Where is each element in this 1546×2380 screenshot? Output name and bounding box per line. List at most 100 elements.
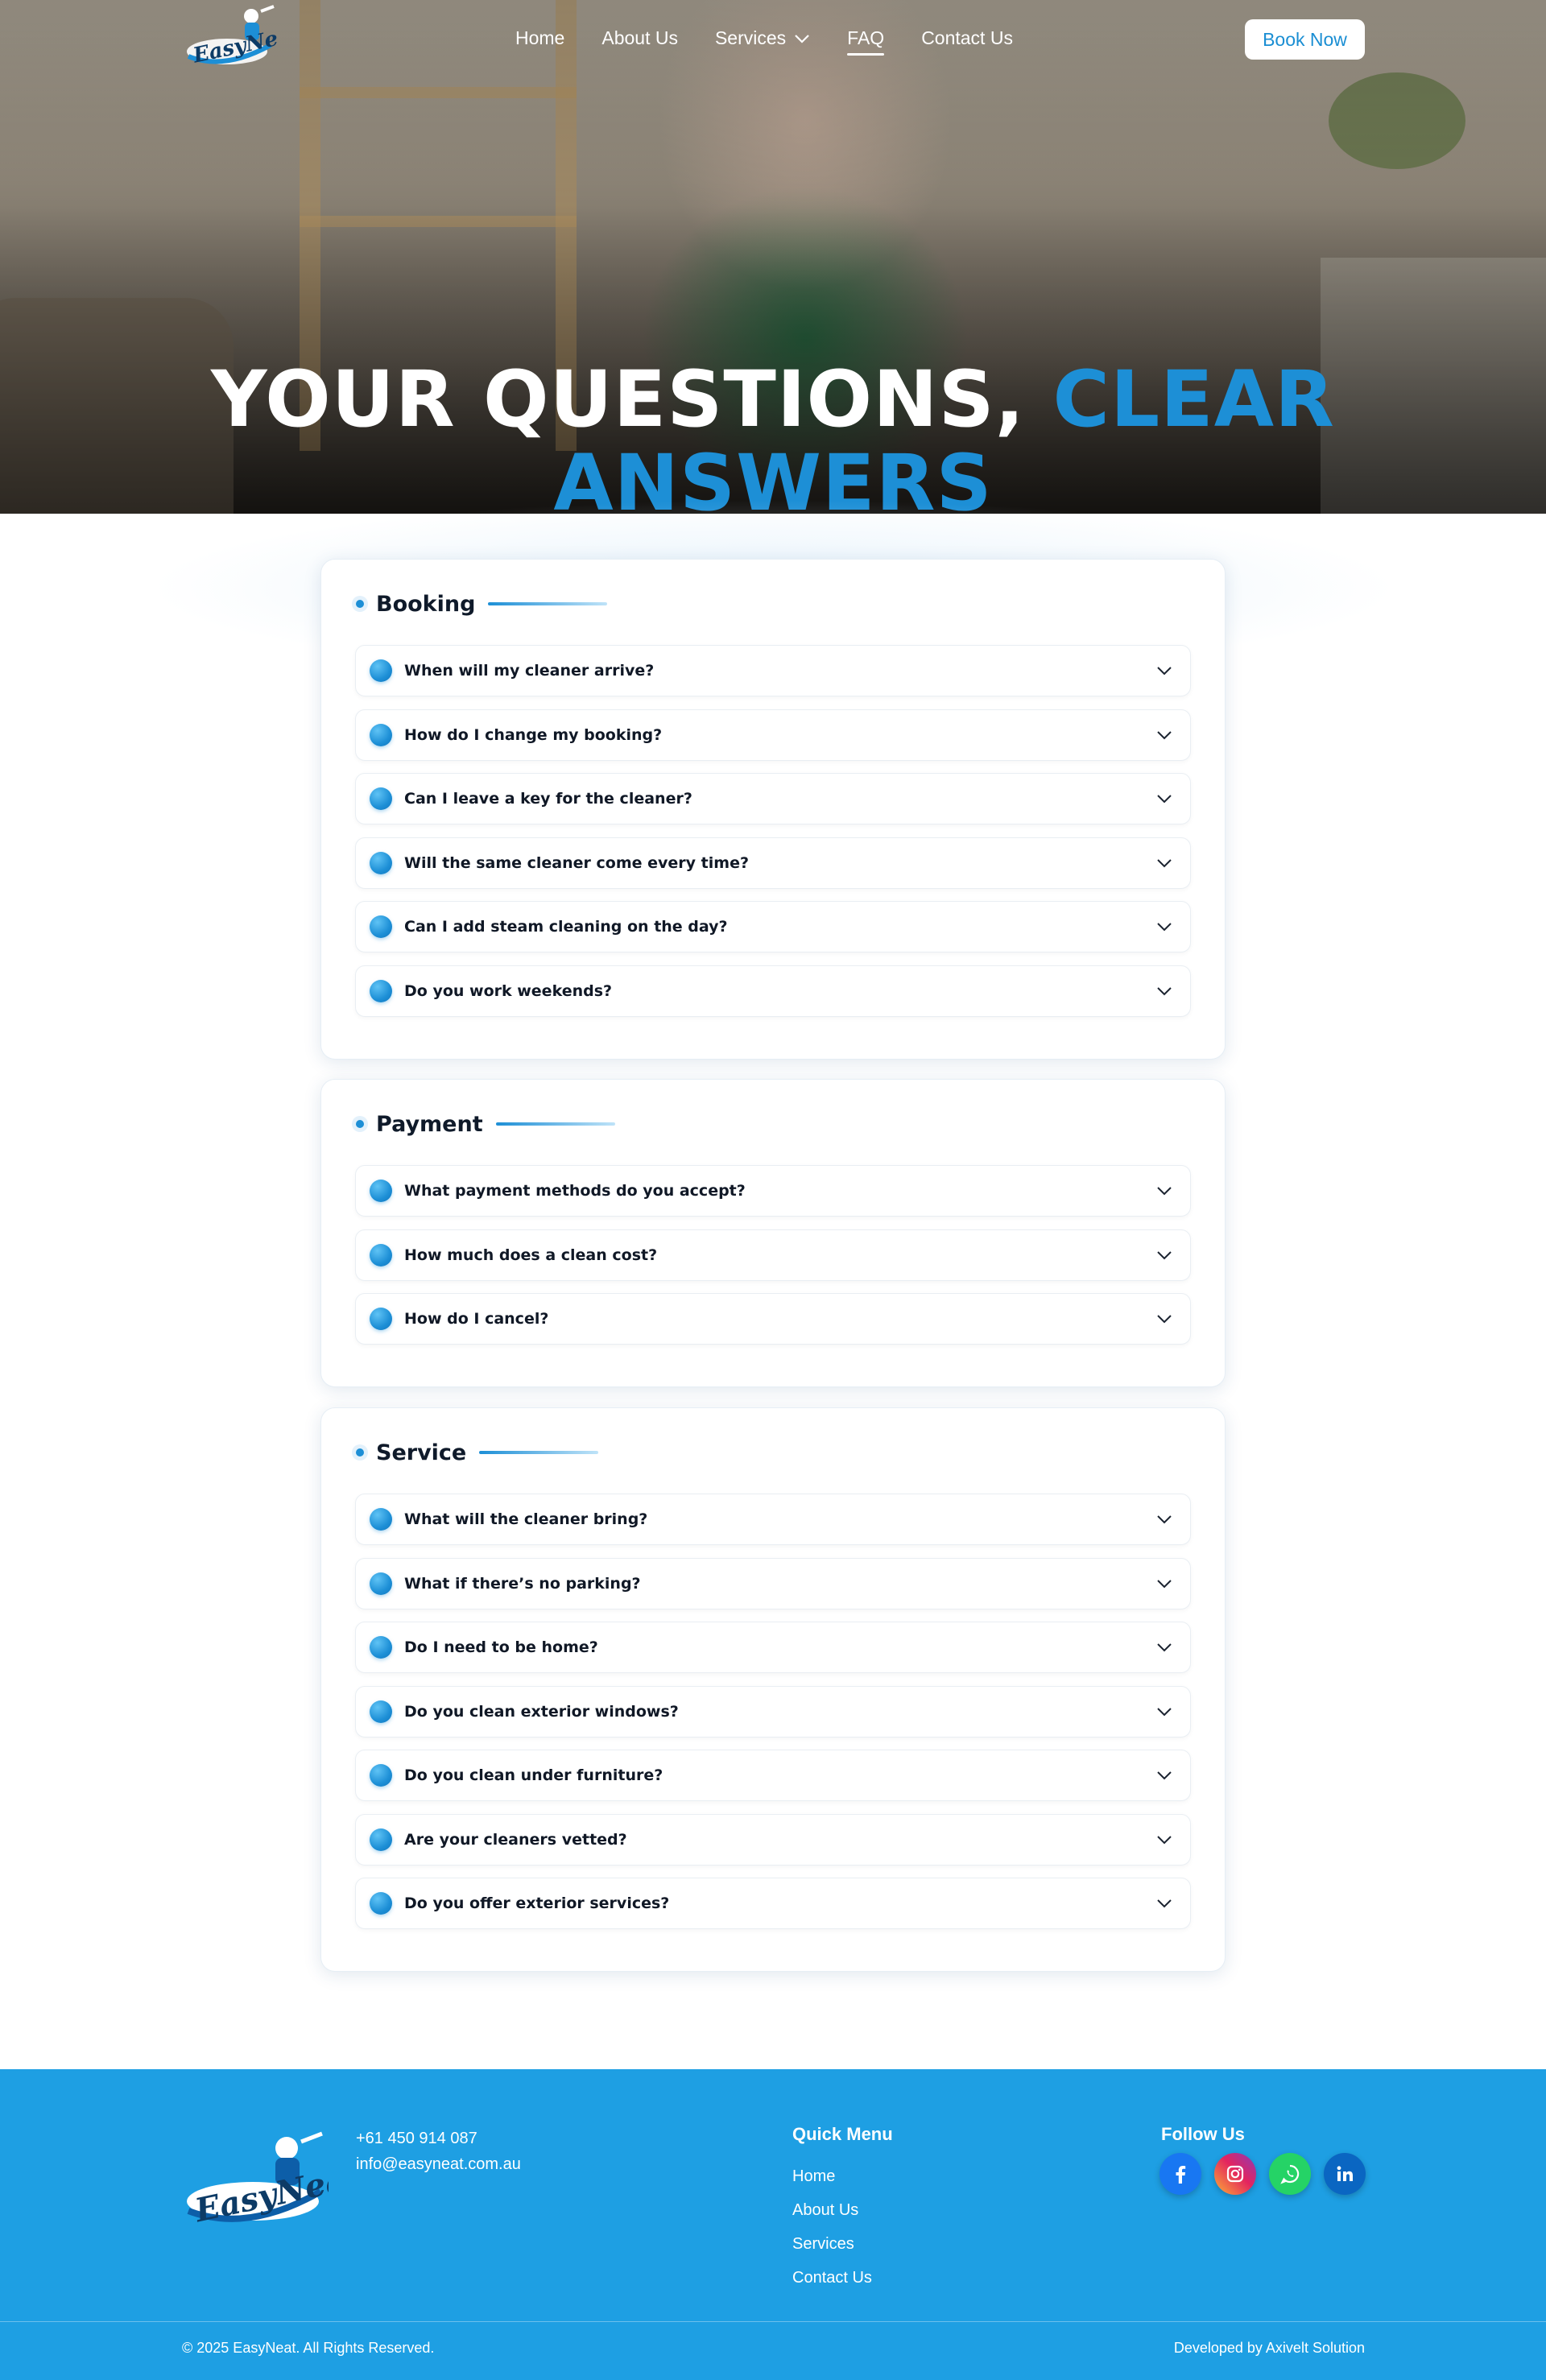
question-bullet-icon xyxy=(370,852,392,874)
faq-question-item[interactable]: Do you offer exterior services? xyxy=(355,1878,1191,1929)
chevron-down-icon xyxy=(1157,731,1172,740)
question-bullet-icon xyxy=(370,1700,392,1723)
faq-question-text: When will my cleaner arrive? xyxy=(404,662,655,680)
chevron-down-icon xyxy=(1157,1315,1172,1324)
faq-section-header: Service xyxy=(352,1439,599,1466)
nav-home[interactable]: Home xyxy=(515,27,564,49)
facebook-icon xyxy=(1176,2166,1186,2184)
faq-question-text: How much does a clean cost? xyxy=(404,1246,658,1264)
easyneat-logo[interactable]: EasyNeat xyxy=(184,3,279,72)
faq-section-title: Service xyxy=(376,1440,467,1465)
faq-question-item[interactable]: How much does a clean cost? xyxy=(355,1229,1191,1281)
book-now-button[interactable]: Book Now xyxy=(1245,19,1365,60)
chevron-down-icon xyxy=(1157,1899,1172,1908)
question-bullet-icon xyxy=(370,787,392,810)
whatsapp-link[interactable] xyxy=(1269,2153,1311,2195)
faq-question-text: What payment methods do you accept? xyxy=(404,1182,746,1200)
instagram-link[interactable] xyxy=(1214,2153,1256,2195)
section-dot-icon xyxy=(352,1116,368,1132)
faq-question-text: How do I cancel? xyxy=(404,1310,549,1328)
footer-logo[interactable]: EasyNeat xyxy=(184,2127,329,2233)
nav-contact[interactable]: Contact Us xyxy=(921,27,1013,49)
footer-link-about[interactable]: About Us xyxy=(792,2193,872,2227)
faq-card-service: Service What will the cleaner bring? What … xyxy=(320,1407,1226,1972)
faq-card-payment: Payment What payment methods do you accep… xyxy=(320,1079,1226,1387)
question-bullet-icon xyxy=(370,1764,392,1787)
nav-faq[interactable]: FAQ xyxy=(847,27,885,56)
question-bullet-icon xyxy=(370,1508,392,1531)
faq-question-item[interactable]: Can I add steam cleaning on the day? xyxy=(355,901,1191,952)
section-underline xyxy=(479,1451,599,1454)
question-bullet-icon xyxy=(370,1892,392,1915)
hero-title-blue-1: CLEAR xyxy=(1052,354,1335,445)
whatsapp-icon xyxy=(1280,2164,1300,2184)
question-bullet-icon xyxy=(370,1180,392,1202)
faq-card-booking: Booking When will my cleaner arrive? How d… xyxy=(320,559,1226,1060)
footer-divider xyxy=(0,2321,1546,2322)
faq-question-item[interactable]: Do you clean under furniture? xyxy=(355,1750,1191,1801)
footer-link-home[interactable]: Home xyxy=(792,2159,872,2193)
chevron-down-icon xyxy=(1157,1515,1172,1524)
nav-contact-label: Contact Us xyxy=(921,27,1013,48)
faq-question-item[interactable]: Do you clean exterior windows? xyxy=(355,1686,1191,1737)
faq-question-item[interactable]: When will my cleaner arrive? xyxy=(355,645,1191,696)
chevron-down-icon xyxy=(1157,1187,1172,1196)
instagram-icon xyxy=(1226,2165,1244,2183)
faq-question-item[interactable]: How do I cancel? xyxy=(355,1293,1191,1345)
footer-phone[interactable]: +61 450 914 087 xyxy=(356,2126,521,2151)
follow-us-title: Follow Us xyxy=(1161,2124,1245,2144)
faq-section-header: Booking xyxy=(352,590,608,618)
top-navigation: EasyNeat Home About Us Services FAQ Cont… xyxy=(0,0,1546,81)
question-bullet-icon xyxy=(370,915,392,938)
nav-about-label: About Us xyxy=(601,27,678,48)
facebook-link[interactable] xyxy=(1160,2153,1201,2195)
faq-question-text: Do you clean under furniture? xyxy=(404,1766,663,1784)
question-bullet-icon xyxy=(370,659,392,682)
section-dot-icon xyxy=(352,596,368,612)
faq-question-text: Can I leave a key for the cleaner? xyxy=(404,790,692,808)
question-bullet-icon xyxy=(370,724,392,746)
chevron-down-icon xyxy=(1157,923,1172,932)
faq-section-title: Payment xyxy=(376,1111,483,1137)
faq-question-item[interactable]: Do you work weekends? xyxy=(355,965,1191,1017)
faq-question-item[interactable]: What will the cleaner bring? xyxy=(355,1494,1191,1545)
nav-services[interactable]: Services xyxy=(715,27,810,49)
faq-question-item[interactable]: Are your cleaners vetted? xyxy=(355,1814,1191,1866)
chevron-down-icon xyxy=(1157,1251,1172,1260)
faq-question-text: What if there’s no parking? xyxy=(404,1575,641,1593)
section-dot-icon xyxy=(352,1444,368,1461)
faq-question-text: Are your cleaners vetted? xyxy=(404,1831,627,1849)
faq-question-item[interactable]: Will the same cleaner come every time? xyxy=(355,837,1191,889)
faq-question-item[interactable]: Can I leave a key for the cleaner? xyxy=(355,773,1191,824)
question-bullet-icon xyxy=(370,1244,392,1266)
footer-email[interactable]: info@easyneat.com.au xyxy=(356,2151,521,2177)
question-bullet-icon xyxy=(370,1828,392,1851)
faq-question-text: How do I change my booking? xyxy=(404,726,663,744)
nav-links: Home About Us Services FAQ Contact Us xyxy=(515,27,1050,56)
chevron-down-icon xyxy=(1157,795,1172,804)
chevron-down-icon xyxy=(1157,987,1172,996)
linkedin-link[interactable] xyxy=(1324,2153,1366,2195)
chevron-down-icon xyxy=(1157,1771,1172,1780)
quick-menu: Home About Us Services Contact Us xyxy=(792,2159,872,2295)
hero-title: YOUR QUESTIONS, CLEAR ANSWERS xyxy=(0,357,1546,514)
chevron-down-icon xyxy=(1157,667,1172,676)
faq-question-item[interactable]: How do I change my booking? xyxy=(355,709,1191,761)
question-bullet-icon xyxy=(370,980,392,1002)
footer-link-contact[interactable]: Contact Us xyxy=(792,2261,872,2295)
faq-question-item[interactable]: What payment methods do you accept? xyxy=(355,1165,1191,1217)
hero-title-white: YOUR QUESTIONS, xyxy=(211,354,1026,445)
quick-menu-title: Quick Menu xyxy=(792,2124,893,2144)
footer-link-services[interactable]: Services xyxy=(792,2227,872,2261)
footer-contact: +61 450 914 087 info@easyneat.com.au xyxy=(356,2126,521,2177)
chevron-down-icon xyxy=(1157,1643,1172,1652)
faq-question-item[interactable]: Do I need to be home? xyxy=(355,1622,1191,1673)
developer-credit[interactable]: Developed by Axivelt Solution xyxy=(1174,2340,1365,2357)
faq-question-text: Do I need to be home? xyxy=(404,1638,598,1656)
section-underline xyxy=(488,602,608,605)
faq-question-text: Do you clean exterior windows? xyxy=(404,1703,679,1721)
nav-about[interactable]: About Us xyxy=(601,27,678,49)
nav-faq-label: FAQ xyxy=(847,27,885,48)
chevron-down-icon xyxy=(1157,1836,1172,1845)
faq-question-item[interactable]: What if there’s no parking? xyxy=(355,1558,1191,1609)
